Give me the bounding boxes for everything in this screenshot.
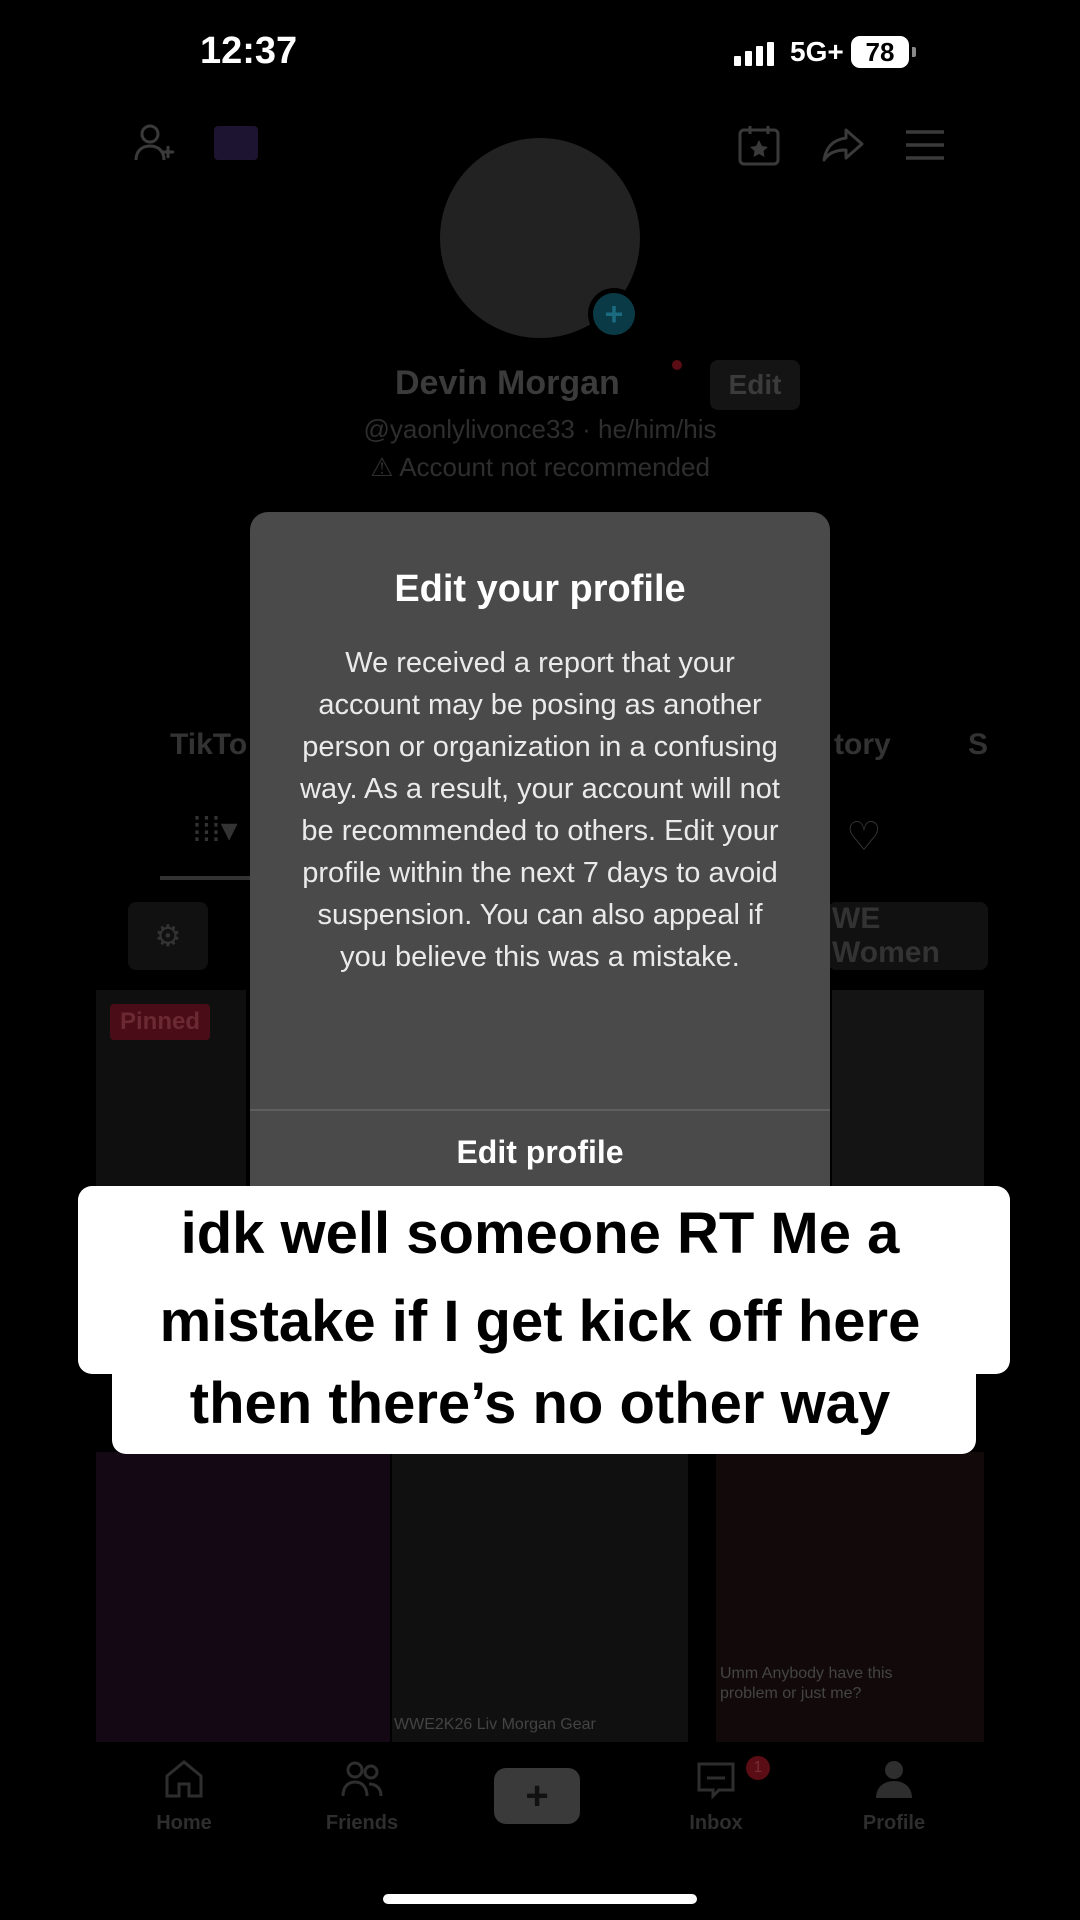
nav-profile[interactable]: Profile [824, 1756, 964, 1835]
menu-icon[interactable] [900, 120, 950, 170]
home-icon [165, 1760, 203, 1798]
nav-home[interactable]: Home [114, 1756, 254, 1835]
caption-line: then there’s no other way [189, 1371, 891, 1436]
dialog-divider [250, 1109, 830, 1111]
home-indicator[interactable] [383, 1894, 697, 1904]
status-bar: 12:37 5G+ 78 [0, 0, 1080, 100]
video-thumbnail[interactable] [392, 1452, 688, 1742]
account-warning[interactable]: ⚠ Account not recommended [0, 452, 1080, 483]
video-thumbnail[interactable] [832, 990, 984, 1186]
display-name[interactable]: Devin Morgan [395, 364, 620, 403]
profile-icon [876, 1761, 912, 1798]
tab-tiktok[interactable]: TikTo [170, 728, 247, 762]
liked-heart-icon[interactable]: ♡ [846, 814, 882, 860]
edit-profile-dialog: Edit your profile We received a report t… [250, 512, 830, 1212]
notification-dot [672, 360, 682, 370]
friends-icon [341, 1761, 383, 1797]
battery-tip [912, 47, 916, 57]
inbox-icon [697, 1762, 735, 1800]
playlist-chip-label: WE Women [832, 902, 940, 969]
video-thumbnail[interactable] [96, 1452, 390, 1742]
playlist-chip[interactable]: WE Women [828, 902, 988, 970]
pinned-badge: Pinned [110, 1004, 211, 1040]
calendar-star-icon[interactable] [734, 120, 784, 170]
dialog-title: Edit your profile [394, 568, 686, 610]
nav-profile-label: Profile [862, 1812, 926, 1834]
battery-icon: 78 [851, 36, 909, 68]
edit-name-button[interactable]: Edit [710, 360, 800, 410]
tab-more[interactable]: S [968, 728, 988, 762]
create-button[interactable]: + [494, 1768, 580, 1824]
clock: 12:37 [200, 30, 298, 72]
settings-chip-icon[interactable]: ⚙ [128, 902, 208, 970]
inbox-badge: 1 [746, 1756, 770, 1780]
nav-home-label: Home [156, 1812, 212, 1834]
add-avatar-icon[interactable]: + [588, 288, 640, 340]
thumbnail-caption: WWE2K26 Liv Morgan Gear [394, 1716, 596, 1733]
caption-line: idk well someone RT Me a [180, 1201, 900, 1266]
tiktok-logo-icon [214, 126, 258, 160]
nav-friends-label: Friends [325, 1812, 399, 1834]
profile-handle: @yaonlylivonce33 · he/him/his [363, 414, 717, 444]
edit-profile-button[interactable]: Edit profile [250, 1134, 830, 1171]
account-warning-text: Account not recommended [399, 452, 710, 482]
nav-friends[interactable]: Friends [292, 1756, 432, 1835]
nav-inbox-label: Inbox [689, 1812, 743, 1834]
add-friend-icon[interactable] [130, 120, 180, 170]
signal-icon [734, 42, 774, 66]
caption-line: mistake if I get kick off here [159, 1289, 921, 1354]
tab-story[interactable]: tory [834, 728, 891, 762]
thumbnail-caption: Umm Anybody have this problem or just me… [720, 1665, 893, 1702]
share-icon[interactable] [818, 120, 868, 170]
network-type: 5G+ [790, 36, 844, 67]
dialog-message: We received a report that your account m… [300, 647, 780, 973]
